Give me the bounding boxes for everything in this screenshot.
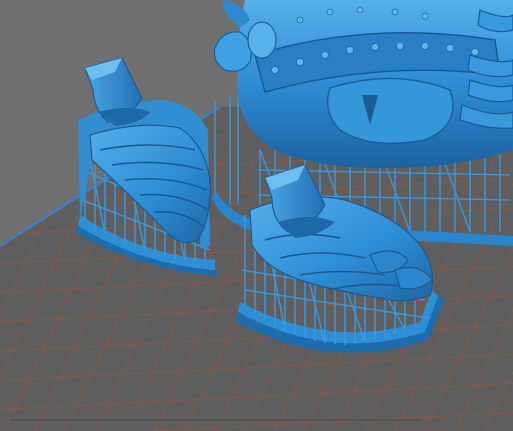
scene-canvas[interactable] bbox=[0, 0, 513, 431]
3d-viewport[interactable] bbox=[0, 0, 513, 431]
